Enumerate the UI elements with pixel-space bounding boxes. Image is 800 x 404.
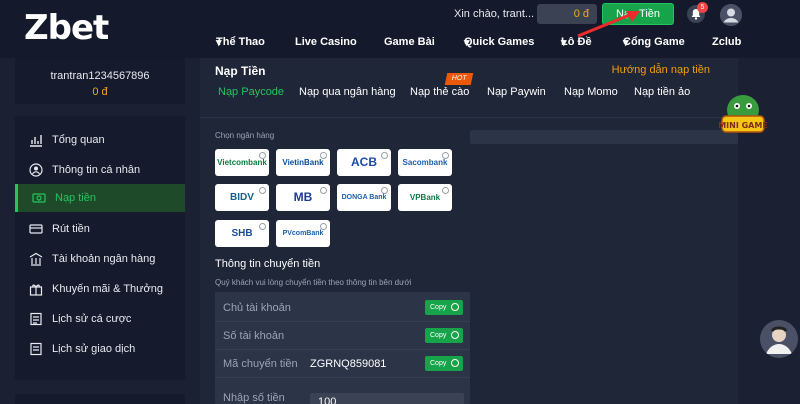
bank-radio[interactable]: [381, 187, 388, 194]
sidebar-item-label: Tài khoản ngân hàng: [52, 253, 156, 265]
mini-game-icon[interactable]: MINI GAME: [718, 90, 768, 136]
nav-item-the-thao[interactable]: Thể Thao ▾: [216, 36, 265, 49]
copy-button[interactable]: Copy: [425, 328, 463, 343]
bank-option-vpbank[interactable]: VPBank: [398, 184, 452, 211]
sidebar-balance: 0 đ: [92, 86, 108, 98]
tab-scratch-card[interactable]: Nạp thẻ cào: [410, 86, 469, 98]
account-sidebar: Tổng quan Thông tin cá nhân Nạp tiền Rút…: [15, 116, 185, 380]
deposit-icon: [32, 193, 46, 203]
tab-paywin[interactable]: Nạp Paywin: [487, 86, 546, 98]
transfer-code-value: ZGRNQ859081: [310, 358, 387, 370]
transfer-info-title: Thông tin chuyển tiền: [215, 258, 321, 270]
tab-momo[interactable]: Nạp Momo: [564, 86, 618, 98]
nav-item-lo-de[interactable]: Lô Đề ▾: [561, 36, 592, 49]
tab-crypto[interactable]: Nạp tiền ảo: [634, 86, 690, 98]
sidebar-item-lich-su-ca-cuoc[interactable]: Lịch sử cá cược: [15, 305, 185, 333]
sidebar-item-lich-su-giao-dich[interactable]: Lịch sử giao dịch: [15, 335, 185, 363]
transaction-history-icon: [30, 342, 42, 356]
nav-item-quick-games[interactable]: Quick Games ▾: [464, 36, 534, 49]
bank-radio[interactable]: [320, 152, 327, 159]
sidebar-username: trantran1234567896: [50, 70, 150, 82]
sidebar-item-thong-tin[interactable]: Thông tin cá nhân: [15, 156, 185, 184]
transfer-info-subtitle: Quý khách vui lòng chuyển tiền theo thôn…: [215, 278, 412, 287]
bank-icon: [29, 252, 43, 266]
row-account-number: Số tài khoản Copy: [215, 322, 470, 350]
nav-item-zclub[interactable]: Zclub: [712, 36, 741, 48]
sidebar-item-tong-quan[interactable]: Tổng quan: [15, 126, 185, 154]
row-account-holder: Chủ tài khoản Copy: [215, 294, 470, 322]
amount-input[interactable]: 100: [310, 393, 464, 404]
sidebar-item-label: Thông tin cá nhân: [52, 164, 141, 176]
hot-badge: HOT: [444, 73, 474, 85]
copy-button[interactable]: Copy: [425, 356, 463, 371]
bank-radio[interactable]: [320, 187, 327, 194]
bank-radio[interactable]: [259, 187, 266, 194]
copy-icon: [451, 331, 459, 339]
sidebar-item-label: Rút tiền: [52, 223, 90, 235]
svg-text:MINI GAME: MINI GAME: [718, 121, 768, 130]
main-nav: Thể Thao ▾ Live Casino Game Bài Quick Ga…: [0, 36, 800, 52]
sidebar-item-tai-khoan-ngan-hang[interactable]: Tài khoản ngân hàng: [15, 245, 185, 273]
bank-radio[interactable]: [259, 152, 266, 159]
sidebar-item-label: Lịch sử cá cược: [52, 313, 132, 325]
bank-option-vietcombank[interactable]: Vietcombank: [215, 149, 269, 176]
bank-option-vietinbank[interactable]: VietinBank: [276, 149, 330, 176]
bank-option-mb[interactable]: MB: [276, 184, 330, 211]
copy-icon: [451, 303, 459, 311]
bank-option-acb[interactable]: ACB: [337, 149, 391, 176]
bank-radio[interactable]: [381, 152, 388, 159]
support-avatar-icon[interactable]: [760, 320, 798, 358]
bank-radio[interactable]: [320, 223, 327, 230]
sidebar-item-label: Lịch sử giao dịch: [52, 343, 136, 355]
copy-button[interactable]: Copy: [425, 300, 463, 315]
user-avatar-icon[interactable]: [720, 4, 742, 26]
deposit-panel: Nạp Tiền Hướng dẫn nạp tiền Nạp Paycode …: [200, 58, 738, 404]
greeting-text: Xin chào, trant...: [454, 8, 535, 20]
tab-bank-transfer[interactable]: Nạp qua ngân hàng: [299, 86, 396, 98]
nav-item-game-bai[interactable]: Game Bài: [384, 36, 435, 48]
account-summary: trantran1234567896 0 đ: [15, 58, 185, 104]
transfer-info-box: Chủ tài khoản Copy Số tài khoản Copy Mã …: [215, 292, 470, 404]
bank-radio[interactable]: [442, 187, 449, 194]
page-title: Nạp Tiền: [215, 64, 266, 78]
chart-icon: [30, 135, 42, 147]
copy-icon: [451, 359, 459, 367]
bank-option-shb[interactable]: SHB: [215, 220, 269, 247]
bank-option-bidv[interactable]: BIDV: [215, 184, 269, 211]
sidebar-footer: [15, 394, 185, 404]
deposit-guide-link[interactable]: Hướng dẫn nạp tiền: [612, 64, 710, 76]
sidebar-item-khuyen-mai[interactable]: Khuyến mãi & Thưởng: [15, 275, 185, 303]
sidebar-item-label: Tổng quan: [52, 134, 105, 146]
sidebar-item-label: Nạp tiền: [55, 192, 96, 204]
user-icon: [29, 163, 43, 177]
notification-badge: 5: [697, 2, 708, 13]
deposit-tabs: Nạp Paycode Nạp qua ngân hàng Nạp thẻ cà…: [200, 86, 738, 118]
nav-item-live-casino[interactable]: Live Casino: [295, 36, 357, 48]
bank-radio[interactable]: [259, 223, 266, 230]
bank-option-pvcombank[interactable]: PVcomBank: [276, 220, 330, 247]
tab-paycode[interactable]: Nạp Paycode: [218, 86, 284, 98]
bank-option-sacombank[interactable]: Sacombank: [398, 149, 452, 176]
row-transfer-code: Mã chuyển tiền ZGRNQ859081 Copy: [215, 350, 470, 378]
bet-history-icon: [30, 312, 42, 326]
notice-bar: [470, 130, 738, 144]
sidebar-item-label: Khuyến mãi & Thưởng: [52, 283, 163, 295]
bank-select-label: Chọn ngân hàng: [215, 131, 275, 140]
sidebar-item-nap-tien[interactable]: Nạp tiền: [15, 184, 185, 212]
gift-icon: [29, 284, 43, 296]
top-header: Zbet Xin chào, trant... 0 đ Nạp Tiền 5 T…: [0, 0, 800, 58]
bank-option-donga[interactable]: DONGA Bank: [337, 184, 391, 211]
sidebar-item-rut-tien[interactable]: Rút tiền: [15, 215, 185, 243]
withdraw-icon: [29, 224, 43, 234]
pointer-arrow-icon: [577, 11, 640, 38]
bank-radio[interactable]: [442, 152, 449, 159]
